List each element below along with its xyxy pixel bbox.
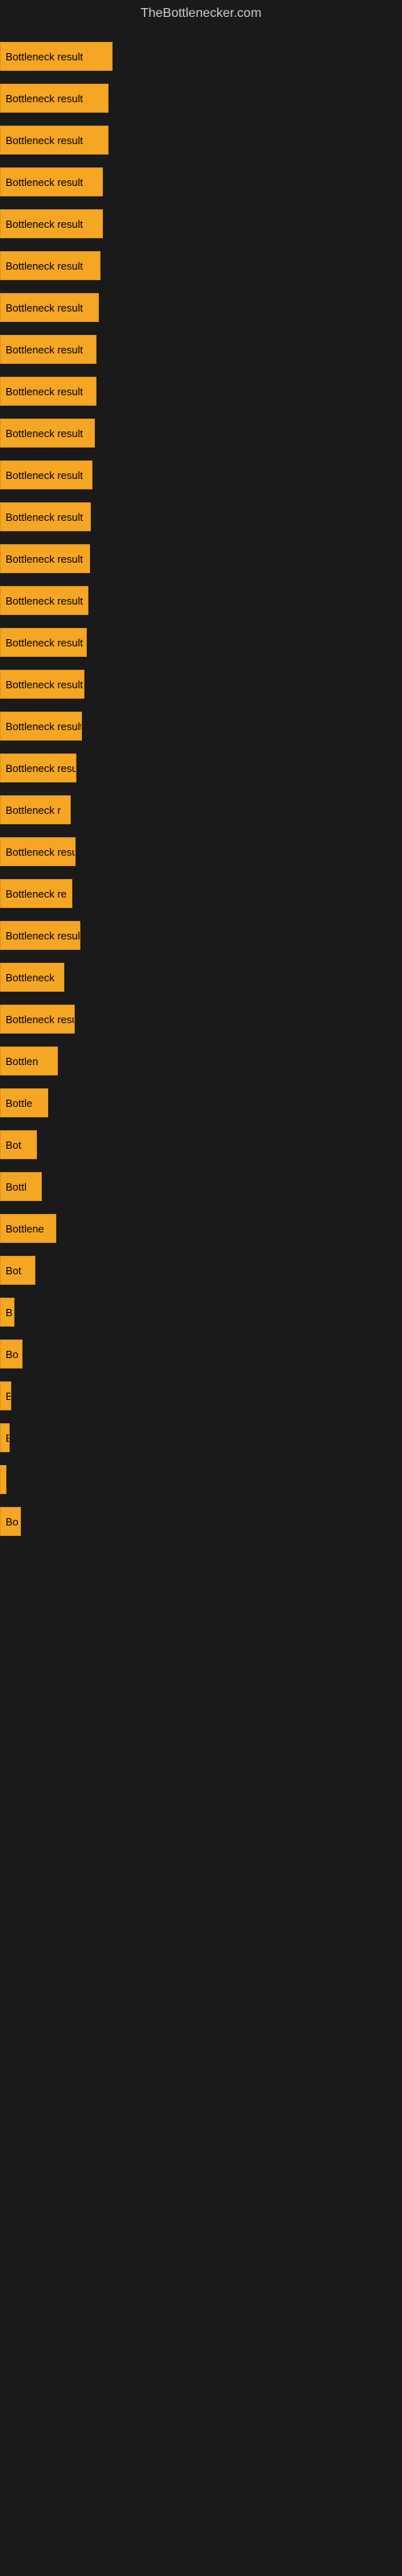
bottleneck-bar[interactable]: Bottleneck — [0, 963, 64, 992]
bottleneck-bar[interactable]: Bottlen — [0, 1046, 58, 1075]
bottleneck-bar[interactable]: Bottleneck resu — [0, 837, 76, 866]
bar-row: Bottleneck result — [0, 496, 402, 538]
bottleneck-bar[interactable]: Bottlene — [0, 1214, 56, 1243]
bar-row: Bottl — [0, 1166, 402, 1208]
bottleneck-bar[interactable]: Bottleneck result — [0, 293, 99, 322]
bar-row: Bottleneck — [0, 956, 402, 998]
bottleneck-bar[interactable]: Bottleneck resu — [0, 1005, 75, 1034]
bar-row: Bottleneck result — [0, 119, 402, 161]
bottleneck-bar[interactable]: Bottleneck r — [0, 795, 71, 824]
bar-row: Bottleneck resu — [0, 998, 402, 1040]
bar-row: Bottleneck result — [0, 203, 402, 245]
bottleneck-bar[interactable]: B — [0, 1381, 11, 1410]
bottleneck-bar[interactable] — [0, 1465, 6, 1494]
bottleneck-bar[interactable]: Bottleneck result — [0, 126, 109, 155]
bar-row: Bottlen — [0, 1040, 402, 1082]
bar-row: Bottlene — [0, 1208, 402, 1249]
bar-row: Bottleneck re — [0, 873, 402, 914]
bar-row: Bottleneck result — [0, 705, 402, 747]
bottleneck-bar[interactable]: Bottleneck result — [0, 460, 92, 489]
bottleneck-bar[interactable]: Bottleneck result — [0, 377, 96, 406]
bottleneck-bar[interactable]: Bottleneck result — [0, 544, 90, 573]
bar-row — [0, 1459, 402, 1501]
bottleneck-bar[interactable]: Bottleneck re — [0, 879, 72, 908]
bottleneck-bar[interactable]: Bottleneck result — [0, 42, 113, 71]
bar-row: B — [0, 1417, 402, 1459]
bottleneck-bar[interactable]: Bottleneck result — [0, 628, 87, 657]
bottleneck-bar[interactable]: Bottleneck result — [0, 335, 96, 364]
bar-row: Bot — [0, 1249, 402, 1291]
bottleneck-bar[interactable]: Bot — [0, 1256, 35, 1285]
bar-row: Bottleneck result — [0, 245, 402, 287]
bar-row: Bottleneck result — [0, 328, 402, 370]
bottleneck-bar[interactable]: Bo — [0, 1507, 21, 1536]
bar-row: Bottleneck result — [0, 580, 402, 621]
bottleneck-bar[interactable]: Bottl — [0, 1172, 42, 1201]
bar-row: Bottleneck result — [0, 454, 402, 496]
bar-row: Bottleneck r — [0, 789, 402, 831]
bar-row: Bo — [0, 1501, 402, 1542]
bar-row: Bot — [0, 1124, 402, 1166]
bottleneck-bar[interactable]: B — [0, 1423, 10, 1452]
bottleneck-bar[interactable]: Bottleneck result — [0, 712, 82, 741]
bar-row: Bottleneck result — [0, 35, 402, 77]
bottleneck-bar[interactable]: Bottleneck result — [0, 921, 80, 950]
bottleneck-bar[interactable]: Bottleneck result — [0, 84, 109, 113]
bottleneck-bar[interactable]: Bottleneck result — [0, 670, 84, 699]
bar-row: Bottleneck result — [0, 412, 402, 454]
bar-row: B — [0, 1375, 402, 1417]
bar-row: Bottleneck result — [0, 77, 402, 119]
bar-row: B — [0, 1291, 402, 1333]
bottleneck-bar[interactable]: Bottleneck resu — [0, 753, 76, 782]
bottleneck-bar[interactable]: Bot — [0, 1130, 37, 1159]
bars-container: Bottleneck result Bottleneck result Bottle… — [0, 27, 402, 1550]
bottleneck-bar[interactable]: Bottle — [0, 1088, 48, 1117]
bar-row: Bottleneck result — [0, 914, 402, 956]
bar-row: Bottleneck result — [0, 538, 402, 580]
bottleneck-bar[interactable]: Bottleneck result — [0, 419, 95, 448]
bottleneck-bar[interactable]: Bottleneck result — [0, 251, 100, 280]
bottleneck-bar[interactable]: Bottleneck result — [0, 502, 91, 531]
bar-row: Bottle — [0, 1082, 402, 1124]
bottleneck-bar[interactable]: B — [0, 1298, 14, 1327]
bottleneck-bar[interactable]: Bo — [0, 1340, 23, 1368]
bar-row: Bottleneck result — [0, 370, 402, 412]
bottleneck-bar[interactable]: Bottleneck result — [0, 167, 103, 196]
bar-row: Bottleneck resu — [0, 747, 402, 789]
bar-row: Bottleneck result — [0, 161, 402, 203]
bar-row: Bottleneck result — [0, 621, 402, 663]
bottleneck-bar[interactable]: Bottleneck result — [0, 586, 88, 615]
bar-row: Bottleneck result — [0, 287, 402, 328]
bar-row: Bo — [0, 1333, 402, 1375]
bar-row: Bottleneck result — [0, 663, 402, 705]
site-title: TheBottlenecker.com — [0, 0, 402, 27]
bar-row: Bottleneck resu — [0, 831, 402, 873]
bottleneck-bar[interactable]: Bottleneck result — [0, 209, 103, 238]
